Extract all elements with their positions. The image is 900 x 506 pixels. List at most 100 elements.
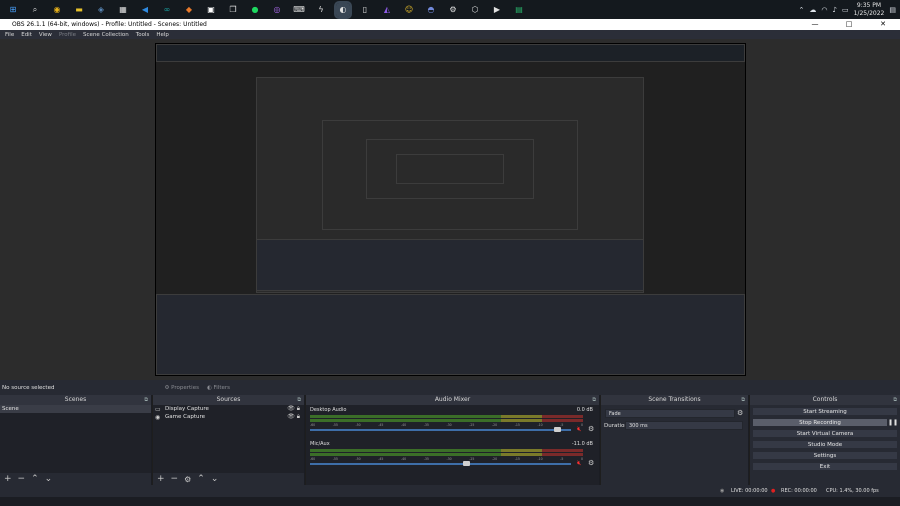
add-source-button[interactable]: + bbox=[157, 474, 165, 484]
channel-db: -11.0 dB bbox=[571, 441, 593, 447]
preview-area[interactable] bbox=[0, 39, 900, 380]
start-virtual-camera-button[interactable]: Start Virtual Camera bbox=[752, 429, 898, 438]
visibility-icon[interactable]: 👁︎ 🔒︎ bbox=[287, 413, 300, 421]
remove-scene-button[interactable]: − bbox=[18, 474, 26, 484]
dock-pin-icon[interactable]: ⧉ bbox=[741, 395, 745, 405]
chevron-up-icon[interactable]: ⌃ bbox=[799, 6, 805, 14]
source-item-label: Game Capture bbox=[165, 414, 205, 420]
add-scene-button[interactable]: + bbox=[4, 474, 12, 484]
nested-docks-mid bbox=[256, 239, 644, 291]
clock[interactable]: 9:35 PM 1/25/2022 bbox=[854, 2, 885, 18]
exit-button[interactable]: Exit bbox=[752, 462, 898, 471]
settings-icon[interactable]: ⚙ bbox=[446, 3, 460, 17]
duration-input[interactable]: 300 ms bbox=[625, 421, 743, 430]
close-button[interactable]: ✕ bbox=[866, 19, 900, 30]
gamepad-icon[interactable]: ◆ bbox=[182, 3, 196, 17]
settings-button[interactable]: Settings bbox=[752, 451, 898, 460]
channel-name: Mic/Aux bbox=[310, 441, 330, 447]
copy-icon[interactable]: ❐ bbox=[226, 3, 240, 17]
menu-bar: File Edit View Profile Scene Collection … bbox=[0, 30, 900, 39]
files-icon[interactable]: ▦ bbox=[116, 3, 130, 17]
github-icon[interactable]: ◎ bbox=[270, 3, 284, 17]
source-item[interactable]: ◉ Game Capture 👁︎ 🔒︎ bbox=[153, 413, 304, 421]
notification-icon[interactable]: ▤ bbox=[889, 6, 896, 14]
file-explorer-icon[interactable]: ▬ bbox=[72, 3, 86, 17]
remove-source-button[interactable]: − bbox=[171, 474, 179, 484]
dock-pin-icon[interactable]: ⧉ bbox=[144, 395, 148, 405]
menu-edit[interactable]: Edit bbox=[21, 32, 32, 38]
move-down-button[interactable]: ⌄ bbox=[211, 474, 219, 484]
fader-knob[interactable] bbox=[554, 427, 561, 432]
notepad-icon[interactable]: ▯ bbox=[358, 3, 372, 17]
system-tray: ⌃ ☁ ◠ ♪ ▭ 9:35 PM 1/25/2022 ▤ bbox=[799, 0, 896, 19]
visualstudio-icon[interactable]: ◭ bbox=[380, 3, 394, 17]
source-settings-button[interactable]: ⚙ bbox=[184, 475, 191, 484]
maximize-button[interactable]: □ bbox=[832, 19, 866, 30]
scene-item[interactable]: Scene bbox=[0, 405, 151, 413]
fader-knob[interactable] bbox=[463, 461, 470, 466]
steam-icon[interactable]: ◈ bbox=[94, 3, 108, 17]
visibility-icon[interactable]: 👁︎ 🔒︎ bbox=[287, 405, 300, 413]
transitions-title-label: Scene Transitions bbox=[648, 396, 701, 403]
battery-icon[interactable]: ▭ bbox=[842, 6, 849, 14]
dock-pin-icon[interactable]: ⧉ bbox=[297, 395, 301, 405]
volume-meter bbox=[310, 449, 583, 452]
properties-button[interactable]: ⚙ Properties bbox=[164, 385, 198, 391]
sources-dock: Sources ⧉ ▭ Display Capture 👁︎ 🔒︎ ◉ Game … bbox=[153, 395, 305, 485]
notion-icon[interactable]: ▣ bbox=[204, 3, 218, 17]
obs-icon[interactable]: ◐ bbox=[334, 0, 352, 19]
scenes-title: Scenes ⧉ bbox=[0, 395, 151, 405]
emoji-icon[interactable]: ☺ bbox=[402, 3, 416, 17]
controls-title: Controls ⧉ bbox=[750, 395, 900, 405]
minimize-button[interactable]: — bbox=[798, 19, 832, 30]
studio-mode-button[interactable]: Studio Mode bbox=[752, 440, 898, 449]
wifi-icon[interactable]: ◠ bbox=[821, 6, 827, 14]
app-icon[interactable]: ▤ bbox=[512, 3, 526, 17]
menu-view[interactable]: View bbox=[39, 32, 52, 38]
volume-fader[interactable] bbox=[310, 463, 571, 465]
volume-fader[interactable] bbox=[310, 429, 571, 431]
pause-icon[interactable]: ❚❚ bbox=[888, 419, 898, 426]
preview-canvas[interactable] bbox=[155, 43, 746, 376]
menu-file[interactable]: File bbox=[5, 32, 14, 38]
move-down-button[interactable]: ⌄ bbox=[45, 474, 53, 484]
terminal-icon[interactable]: ▶ bbox=[490, 3, 504, 17]
vscode-icon[interactable]: ◀ bbox=[138, 3, 152, 17]
gear-icon[interactable]: ⚙ bbox=[588, 426, 595, 433]
stop-recording-button[interactable]: Stop Recording bbox=[752, 418, 888, 427]
move-up-button[interactable]: ⌃ bbox=[197, 474, 205, 484]
rec-status: REC: 00:00:00 bbox=[781, 488, 817, 494]
channel-db: 0.0 dB bbox=[576, 407, 593, 413]
cube-icon[interactable]: ⬡ bbox=[468, 3, 482, 17]
menu-tools[interactable]: Tools bbox=[136, 32, 150, 38]
transition-select[interactable]: Fade bbox=[605, 409, 735, 418]
spotify-icon[interactable]: ● bbox=[248, 3, 262, 17]
gear-icon[interactable]: ⚙ bbox=[737, 410, 744, 417]
dock-pin-icon[interactable]: ⧉ bbox=[592, 395, 596, 405]
meter-tick: -15 bbox=[514, 457, 520, 461]
menu-scene-collection[interactable]: Scene Collection bbox=[83, 32, 129, 38]
meter-tick: -5 bbox=[560, 457, 564, 461]
nested-docks-outer bbox=[156, 294, 745, 375]
cloud-icon[interactable]: ☁ bbox=[809, 6, 816, 14]
keyboard-icon[interactable]: ⌨ bbox=[292, 3, 306, 17]
menu-profile[interactable]: Profile bbox=[59, 32, 76, 38]
filters-button[interactable]: ◐ Filters bbox=[207, 385, 230, 391]
start-streaming-button[interactable]: Start Streaming bbox=[752, 407, 898, 416]
move-up-button[interactable]: ⌃ bbox=[31, 474, 39, 484]
windows-icon[interactable]: ⊞ bbox=[6, 3, 20, 17]
mute-icon[interactable]: 🔇︎ bbox=[577, 426, 585, 433]
chrome-icon[interactable]: ◉ bbox=[50, 3, 64, 17]
lightning-icon[interactable]: ϟ bbox=[314, 3, 328, 17]
menu-help[interactable]: Help bbox=[156, 32, 169, 38]
dock-pin-icon[interactable]: ⧉ bbox=[893, 395, 897, 405]
arduino-icon[interactable]: ∞ bbox=[160, 3, 174, 17]
mute-icon[interactable]: 🔇︎ bbox=[577, 460, 585, 467]
gear-icon[interactable]: ⚙ bbox=[588, 460, 595, 467]
discord-icon[interactable]: ◓ bbox=[424, 3, 438, 17]
transitions-title: Scene Transitions ⧉ bbox=[601, 395, 748, 405]
source-item[interactable]: ▭ Display Capture 👁︎ 🔒︎ bbox=[153, 405, 304, 413]
search-icon[interactable]: ⌕ bbox=[28, 3, 42, 17]
nested-capture-1 bbox=[156, 44, 745, 62]
volume-icon[interactable]: ♪ bbox=[833, 6, 837, 14]
